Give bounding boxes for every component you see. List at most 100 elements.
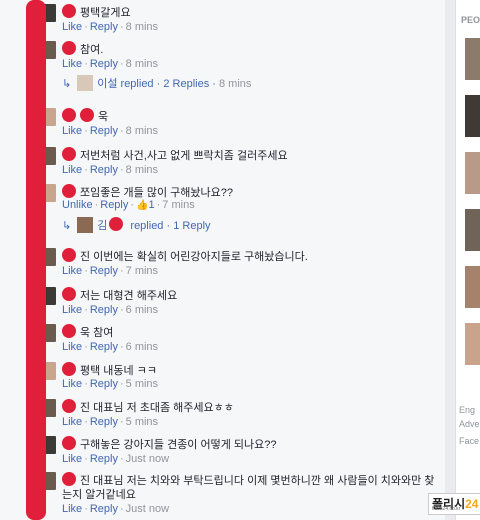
comment-body: 진 대표님 저는 치와와 부탁드립니다 이제 몇번하니깐 왜 사람들이 치와와만… — [62, 475, 435, 501]
replier-name[interactable]: 이설 — [97, 78, 117, 90]
like-link[interactable]: Like — [62, 125, 82, 137]
reply-link[interactable]: Reply — [90, 304, 118, 316]
reply-link[interactable]: Reply — [100, 199, 128, 211]
timestamp[interactable]: 5 mins — [126, 378, 158, 390]
timestamp[interactable]: Just now — [126, 453, 169, 465]
comment-actions: Like · Reply · 5 mins — [62, 416, 159, 428]
redacted-name — [62, 4, 76, 18]
redacted-name — [62, 108, 76, 122]
like-link[interactable]: Like — [62, 453, 82, 465]
like-link[interactable]: Like — [62, 341, 82, 353]
timestamp[interactable]: 6 mins — [126, 304, 158, 316]
comment-feed: 평택갈게요 Like · Reply · 8 mins 참여. Like · Reply · 8… — [0, 0, 445, 520]
comment-actions: Like · Reply · 8 mins — [62, 164, 159, 176]
reply-link[interactable]: Reply — [90, 125, 118, 137]
like-link[interactable]: Like — [62, 378, 82, 390]
comment-text: 욱 참여 — [62, 324, 113, 340]
reply-time: 8 mins — [218, 78, 252, 90]
redacted-name — [80, 108, 94, 122]
comment-actions: Like · Reply · Just now — [62, 453, 170, 465]
sidebar-photo[interactable] — [465, 266, 480, 308]
like-link[interactable]: Like — [62, 21, 82, 33]
redacted-name — [62, 248, 76, 262]
comment-body: 욱 참여 — [80, 327, 114, 339]
redacted-name — [62, 147, 76, 161]
timestamp[interactable]: 7 mins — [162, 199, 194, 211]
reply-count[interactable]: 1 Reply — [173, 220, 210, 232]
comment-actions: Like · Reply · 7 mins — [62, 265, 159, 277]
like-link[interactable]: Like — [62, 265, 82, 277]
comment-text: 욱 — [62, 108, 108, 124]
redacted-name — [62, 184, 76, 198]
watermark-url: flash24.co.kr — [432, 506, 461, 512]
reply-link[interactable]: Reply — [90, 58, 118, 70]
timestamp[interactable]: Just now — [126, 503, 169, 515]
comment-body: 평택갈게요 — [80, 7, 131, 19]
redacted-name — [109, 217, 124, 231]
comment-body: 저는 대형견 해주세요 — [80, 290, 178, 302]
sidebar-photo[interactable] — [465, 95, 480, 137]
replier-name[interactable]: 김 — [97, 220, 107, 232]
comment-actions: Like · Reply · 8 mins — [62, 21, 159, 33]
reply-link[interactable]: Reply — [90, 265, 118, 277]
timestamp[interactable]: 7 mins — [126, 265, 158, 277]
replied-label: replied — [130, 220, 164, 232]
comment-text: 진 대표님 저는 치와와 부탁드립니다 이제 몇번하니깐 왜 사람들이 치와와만… — [62, 472, 442, 502]
comment-actions: Like · Reply · 6 mins — [62, 341, 159, 353]
sidebar-photo[interactable] — [465, 323, 480, 365]
replies-link[interactable]: ↳ 이설 replied · 2 Replies · 8 mins — [62, 75, 251, 92]
comment-body: 평택 내동네 ㅋㅋ — [80, 365, 157, 377]
redacted-name — [62, 436, 76, 450]
sidebar-photo[interactable] — [465, 209, 480, 251]
reply-link[interactable]: Reply — [90, 416, 118, 428]
timestamp[interactable]: 8 mins — [126, 164, 158, 176]
comment-actions: Like · Reply · 8 mins — [62, 58, 159, 70]
reply-link[interactable]: Reply — [90, 164, 118, 176]
comment-actions: Like · Reply · 5 mins — [62, 378, 159, 390]
redacted-name — [62, 399, 76, 413]
reply-count[interactable]: 2 Replies — [163, 78, 209, 90]
footer-link[interactable]: Eng — [459, 405, 480, 415]
comment-text: 진 대표님 저 초대좀 해주세요ㅎㅎ — [62, 399, 234, 415]
comment-body: 욱 — [98, 111, 109, 123]
reply-avatar — [77, 217, 94, 233]
replies-link[interactable]: ↳ 김 replied · 1 Reply — [62, 217, 211, 234]
sidebar-title: PEO — [461, 15, 480, 25]
footer-link[interactable]: Adve — [459, 419, 480, 429]
comment-text: 참여. — [62, 41, 103, 57]
comment-text: 저는 대형견 해주세요 — [62, 287, 177, 303]
watermark-logo: 폴리시24 flash24.co.kr — [428, 493, 480, 515]
thumbs-up-icon[interactable]: 👍 — [136, 200, 148, 211]
reply-link[interactable]: Reply — [90, 378, 118, 390]
like-link[interactable]: Like — [62, 416, 82, 428]
redacted-name — [62, 41, 76, 55]
reply-link[interactable]: Reply — [90, 341, 118, 353]
like-count[interactable]: 1 — [149, 199, 155, 211]
reply-link[interactable]: Reply — [90, 503, 118, 515]
footer-link[interactable]: Face — [459, 436, 480, 446]
timestamp[interactable]: 6 mins — [126, 341, 158, 353]
sidebar-photo[interactable] — [465, 38, 480, 80]
comment-body: 진 대표님 저 초대좀 해주세요ㅎㅎ — [80, 402, 234, 414]
redaction-stripe — [26, 0, 46, 520]
redacted-name — [62, 287, 76, 301]
unlike-link[interactable]: Unlike — [62, 199, 93, 211]
timestamp[interactable]: 8 mins — [126, 125, 158, 137]
sidebar-photo[interactable] — [465, 152, 480, 194]
reply-arrow-icon: ↳ — [62, 78, 72, 90]
comment-actions: Unlike · Reply · 👍1 · 7 mins — [62, 199, 195, 211]
comment-actions: Like · Reply · 6 mins — [62, 304, 159, 316]
reply-link[interactable]: Reply — [90, 453, 118, 465]
timestamp[interactable]: 8 mins — [126, 21, 158, 33]
comment-body: 진 이번에는 확실히 어린강아지들로 구해놨습니다. — [80, 251, 308, 263]
like-link[interactable]: Like — [62, 58, 82, 70]
watermark-brand-num: 24 — [465, 497, 479, 511]
reply-link[interactable]: Reply — [90, 21, 118, 33]
like-link[interactable]: Like — [62, 164, 82, 176]
timestamp[interactable]: 8 mins — [126, 58, 158, 70]
reply-arrow-icon: ↳ — [62, 220, 72, 232]
timestamp[interactable]: 5 mins — [126, 416, 158, 428]
replied-label: replied — [120, 78, 154, 90]
like-link[interactable]: Like — [62, 304, 82, 316]
like-link[interactable]: Like — [62, 503, 82, 515]
